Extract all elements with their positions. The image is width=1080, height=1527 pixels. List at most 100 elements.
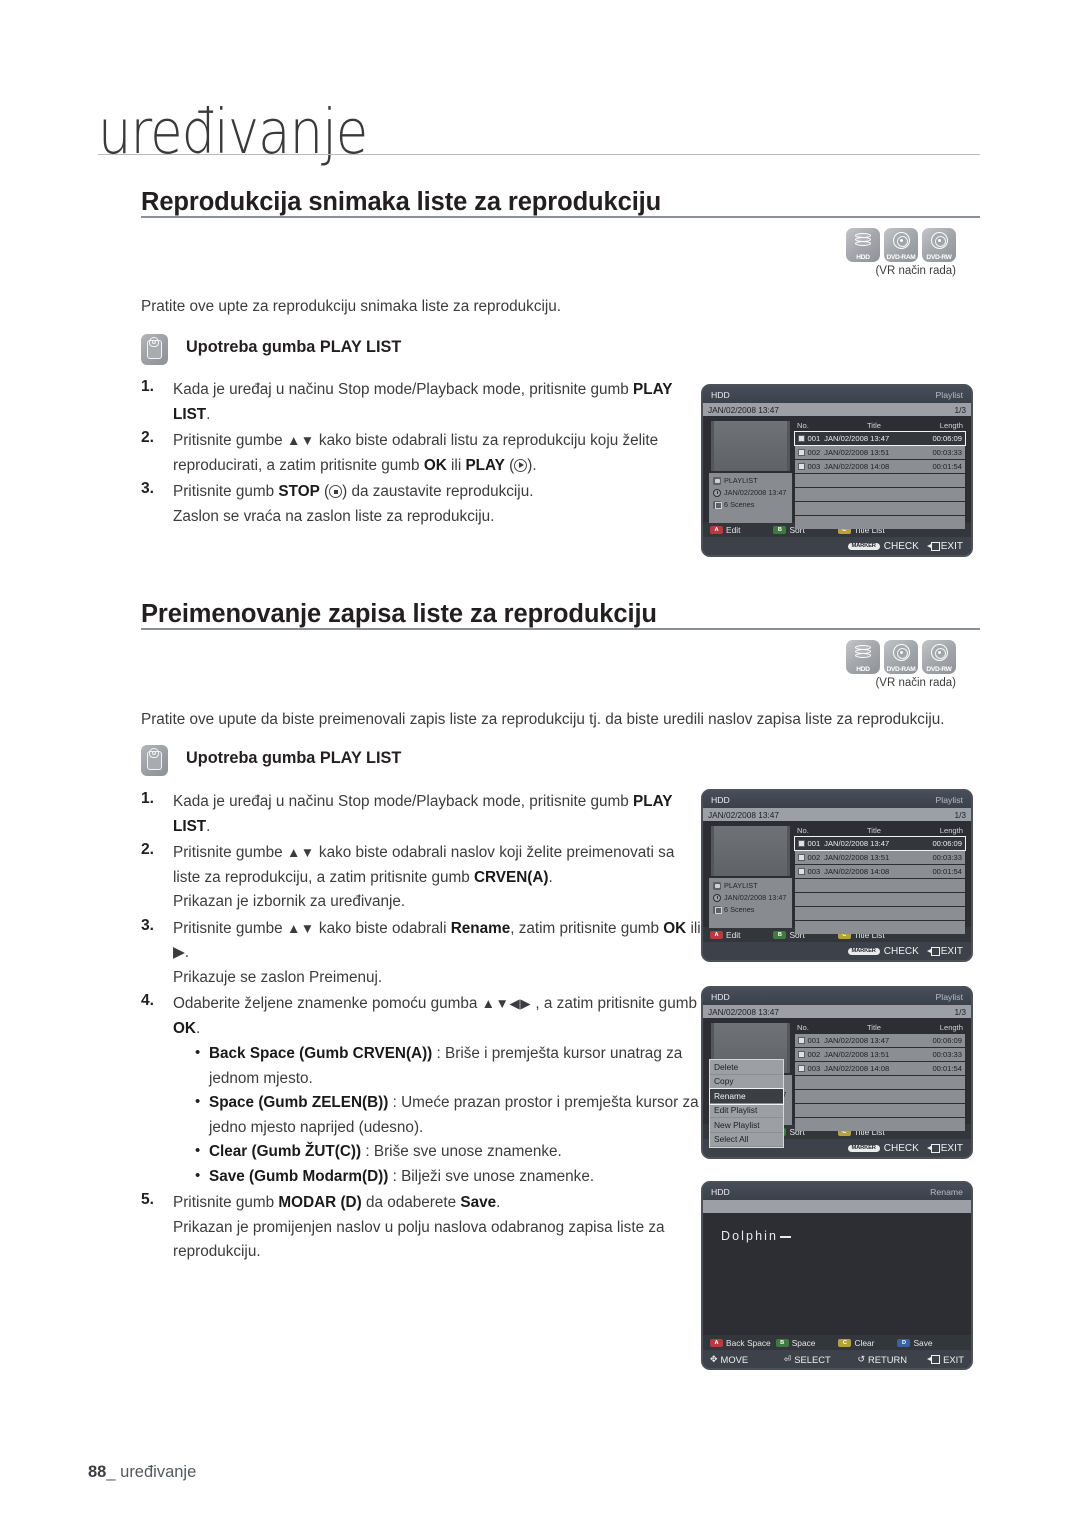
step-number: 1. [141,790,155,807]
row-checkbox[interactable] [798,840,805,847]
row-length: 00:06:09 [932,838,962,848]
playlist-icon [713,476,721,485]
table-row[interactable]: 003 JAN/02/2008 14:08 00:01:54 [795,865,965,878]
media-mode-caption: (VR način rada) [875,265,956,277]
osd-selected-title: JAN/02/2008 13:47 [708,404,780,415]
osd-playlist-screen-2: HDD Playlist JAN/02/2008 13:47 1/3 PLAYL… [701,789,973,962]
nav-hint-exit[interactable]: EXIT [927,1354,964,1365]
key-hint-label: Edit [726,929,741,940]
key-hint-label: Save [913,1337,933,1348]
key-hint-clear[interactable]: C Clear [838,1338,874,1348]
menu-item-copy[interactable]: Copy [710,1075,783,1089]
step-text: Odaberite željene znamenke pomoću gumba … [173,992,701,1041]
green-key-icon: B [773,525,787,534]
row-checkbox[interactable] [798,868,805,875]
table-row[interactable]: 001 JAN/02/2008 13:47 00:06:09 [794,836,966,851]
row-length: 00:01:54 [932,1063,962,1073]
osd-subheader: JAN/02/2008 13:47 1/3 [703,403,971,416]
rename-input-value[interactable]: Dolphin [721,1229,778,1243]
red-key-icon: A [710,1338,723,1347]
button-press-icon [141,334,168,365]
step-item: 1. Kada je uređaj u načinu Stop mode/Pla… [141,378,701,427]
marker-check-hint[interactable]: MARKER CHECK [847,1143,919,1154]
dvd-rw-icon-label: DVD-RW [926,665,952,673]
disc-ring-glyph [930,232,948,249]
key-hint-edit[interactable]: AEdit [710,525,740,535]
osd-info-panel: PLAYLIST JAN/02/2008 13:47 6 Scenes [709,473,792,523]
direction-arrows-glyph: ▲▼◀▶ [481,996,532,1011]
exit-hint[interactable]: EXIT [926,946,963,957]
osd-header: HDD Playlist [703,386,971,403]
step-4-bullet-list: Back Space (Gumb CRVEN(A)) : Briše i pre… [173,1041,701,1189]
step-bold-modar: MODAR (D) [278,1194,362,1211]
osd-rename-screen: HDD Rename Dolphin A Back Space B Space CC… [701,1181,973,1370]
exit-icon [926,1143,940,1153]
table-row[interactable]: 002 JAN/02/2008 13:51 00:03:33 [795,446,965,459]
rename-edit-area[interactable]: Dolphin [703,1213,971,1335]
step-text: Kada je uređaj u načinu Stop mode/Playba… [173,790,701,839]
osd-header: HDD Playlist [703,988,971,1005]
menu-item-select-all[interactable]: Select All [710,1133,783,1147]
row-length: 00:03:33 [932,852,962,862]
osd-subheader: JAN/02/2008 13:47 1/3 [703,808,971,821]
key-hint-edit[interactable]: AEdit [710,930,740,940]
menu-item-delete[interactable]: Delete [710,1060,783,1075]
table-row[interactable]: 001 JAN/02/2008 13:47 00:06:09 [795,1034,965,1047]
table-row[interactable]: 002 JAN/02/2008 13:51 00:03:33 [795,851,965,864]
dvd-rw-icon-label: DVD-RW [926,253,952,261]
nav-hint-return[interactable]: ↺ RETURN [857,1354,931,1365]
list-item: Clear (Gumb ŽUT(C)) : Briše sve unose zn… [195,1139,701,1165]
step-text-part: Odaberite željene znamenke pomoću gumba [173,995,482,1012]
updown-arrows-glyph: ▲▼ [286,920,315,936]
nav-hint-move[interactable]: ✥ MOVE [710,1354,784,1365]
exit-hint[interactable]: EXIT [926,1143,963,1154]
return-arrow-icon: ↺ [857,1353,865,1364]
row-checkbox[interactable] [798,1065,805,1072]
key-hint-label: Edit [726,524,741,535]
step-item: 5. Pritisnite gumb MODAR (D) da odaberet… [141,1191,701,1265]
row-checkbox[interactable] [798,1051,805,1058]
osd-page-indicator: 1/3 [954,1006,966,1017]
marker-pill: MARKER [847,542,880,550]
disc-stack-glyph [855,233,871,248]
menu-item-rename[interactable]: Rename [709,1088,784,1105]
nav-move-label: MOVE [720,1353,749,1365]
step-item: 2. Pritisnite gumbe ▲▼ kako biste odabra… [141,841,701,915]
key-hint-save[interactable]: D Save [897,1337,933,1348]
bullet-rest: : Briše sve unose znamenke. [361,1143,562,1160]
dvd-rw-icon: DVD-RW [922,640,956,674]
hdd-icon-label: HDD [856,253,870,261]
table-row[interactable]: 002 JAN/02/2008 13:51 00:03:33 [795,1048,965,1061]
step-text-part: Kada je uređaj u načinu Stop mode/Playba… [173,381,634,398]
row-checkbox[interactable] [798,463,805,470]
row-title: JAN/02/2008 13:51 [824,1049,890,1059]
marker-check-hint[interactable]: MARKER CHECK [847,541,919,552]
row-checkbox[interactable] [798,435,805,442]
page-number: 88 [88,1463,107,1481]
key-hint-space[interactable]: B Space [775,1338,815,1348]
step-text: Pritisnite gumb MODAR (D) da odaberete S… [173,1191,701,1265]
row-checkbox[interactable] [798,1037,805,1044]
key-hint-back-space[interactable]: A Back Space [710,1338,771,1348]
row-checkbox[interactable] [798,854,805,861]
menu-item-edit-playlist[interactable]: Edit Playlist [710,1104,783,1118]
step-text: Pritisnite gumbe ▲▼ kako biste odabrali … [173,841,701,915]
nav-hint-select[interactable]: ⏎ SELECT [784,1354,858,1365]
exit-hint[interactable]: EXIT [926,541,963,552]
section-2-intro: Pratite ove upute da biste preimenovali … [141,711,945,728]
table-row[interactable]: 003 JAN/02/2008 14:08 00:01:54 [795,460,965,473]
menu-item-new-playlist[interactable]: New Playlist [710,1118,783,1133]
table-row[interactable]: 001 JAN/02/2008 13:47 00:06:09 [794,431,966,446]
osd-mode-label: Playlist [935,389,963,400]
marker-check-hint[interactable]: MARKER CHECK [847,946,919,957]
blue-key-icon: D [897,1338,911,1347]
step-text-part: , a zatim pritisnite gumb [531,995,697,1012]
footer-chapter-label: uređivanje [120,1463,197,1481]
row-title: JAN/02/2008 13:51 [824,447,890,457]
row-checkbox[interactable] [798,449,805,456]
table-row[interactable]: 003 JAN/02/2008 14:08 00:01:54 [795,1062,965,1075]
osd-header: HDD Rename [703,1183,971,1200]
section-1-intro: Pratite ove upte za reprodukciju snimaka… [141,298,562,315]
step-text-part: ( [504,456,515,474]
column-header-length: Length [939,826,963,835]
